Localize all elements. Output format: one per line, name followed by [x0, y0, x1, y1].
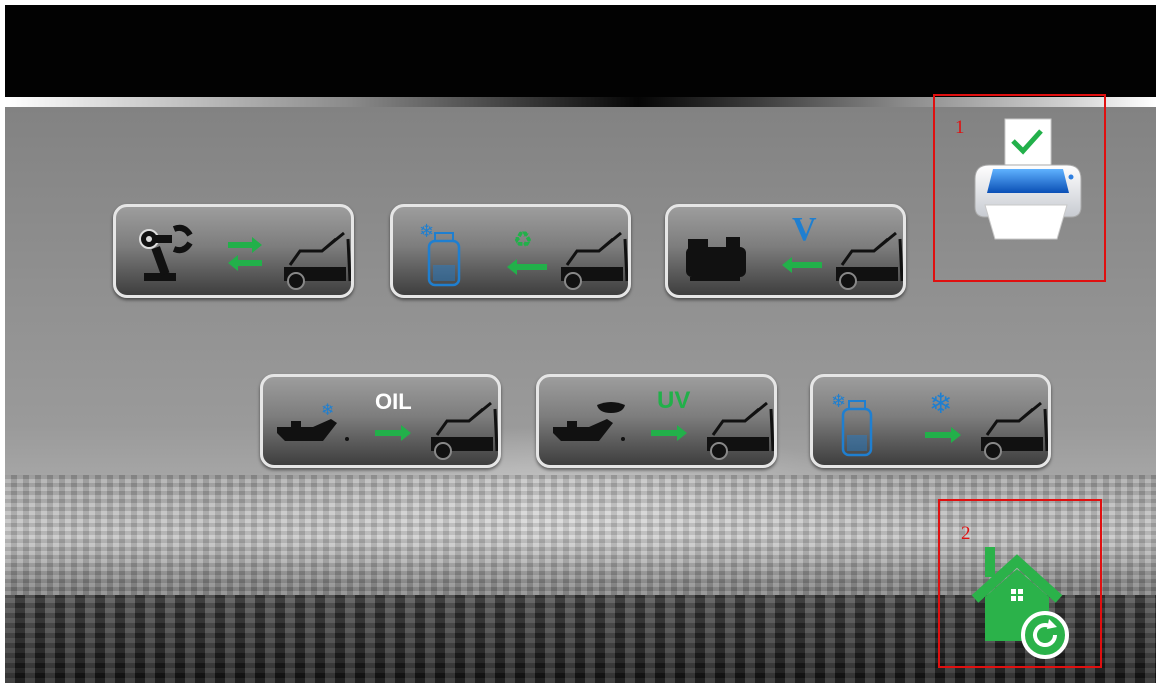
uv-inject-button[interactable]: UV: [536, 374, 777, 468]
annotation-number-1: 1: [955, 117, 965, 138]
vacuum-button[interactable]: V: [665, 204, 906, 298]
charge-button[interactable]: ❄ ❄: [810, 374, 1051, 468]
vacuum-pump-car-icon: [686, 231, 903, 290]
svg-text:❄: ❄: [419, 221, 434, 242]
top-bar: [5, 5, 1156, 97]
tank-snowflake-car-icon: ❄ ❄: [831, 387, 1048, 460]
oil-label: OIL: [375, 389, 412, 414]
annotation-number-2: 2: [961, 523, 971, 544]
robot-arm-transfer-car-icon: [139, 224, 351, 290]
oil-inject-button[interactable]: ❄ OIL: [260, 374, 501, 468]
recovery-button[interactable]: ❄ ♻: [390, 204, 631, 298]
svg-text:❄: ❄: [929, 387, 952, 420]
refrigerant-tank-recycle-car-icon: ❄ ♻: [419, 221, 628, 290]
app-screen: ❄ ♻ V ❄ OIL UV ❄ ❄ 1 2: [5, 5, 1156, 683]
svg-text:♻: ♻: [513, 228, 533, 253]
svg-text:❄: ❄: [321, 400, 334, 419]
vacuum-label: V: [792, 211, 817, 248]
svg-text:❄: ❄: [831, 391, 846, 412]
uv-label: UV: [657, 387, 691, 414]
recover-recycle-charge-button[interactable]: [113, 204, 354, 298]
